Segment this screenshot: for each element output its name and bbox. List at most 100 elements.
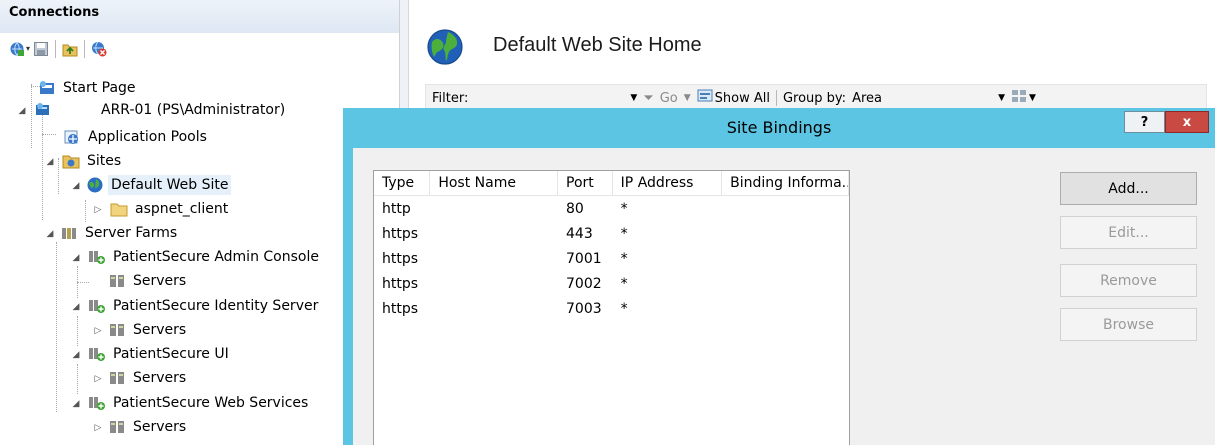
column-header-port[interactable]: Port [558, 171, 613, 195]
tree-guide-line [31, 84, 32, 148]
collapse-arrow-icon[interactable]: ◢ [70, 181, 82, 191]
page-title: Default Web Site Home [493, 34, 702, 56]
tree-item-aspnet-client[interactable]: aspnet_client [110, 197, 231, 221]
browse-button[interactable]: Browse [1060, 308, 1197, 341]
tree-item-servers[interactable]: Servers [108, 415, 189, 439]
connections-toolbar: ▾ [0, 33, 399, 64]
expand-arrow-icon[interactable]: ▷ [92, 326, 104, 336]
cell-ip-address: * [620, 200, 628, 217]
cell-type: https [382, 225, 419, 242]
app-pools-icon [63, 129, 81, 145]
filter-input[interactable] [474, 88, 625, 108]
edit-button[interactable]: Edit... [1060, 216, 1197, 249]
site-bindings-dialog: Site Bindings ? x Type Host Name Port IP… [343, 108, 1215, 445]
connections-pane: Connections ▾ Start Page ◢ ARR-01 (PS\Ad… [0, 0, 399, 445]
tree-item-servers[interactable]: Servers [108, 269, 189, 293]
dialog-body: Type Host Name Port IP Address Binding I… [353, 148, 1215, 445]
column-header-host-name[interactable]: Host Name [430, 171, 559, 195]
binding-row[interactable]: https 7003 * [374, 296, 849, 321]
close-button[interactable]: x [1165, 111, 1209, 133]
up-folder-icon[interactable] [62, 41, 78, 57]
help-button[interactable]: ? [1124, 111, 1165, 133]
tree-item-farm-web-services[interactable]: PatientSecure Web Services [88, 391, 311, 415]
cell-ip-address: * [620, 225, 628, 242]
tree-guide-line [42, 134, 56, 135]
cell-type: https [382, 250, 419, 267]
expand-arrow-icon[interactable]: ▷ [92, 205, 104, 215]
collapse-arrow-icon[interactable]: ◢ [70, 253, 82, 263]
cell-ip-address: * [620, 250, 628, 267]
binding-row[interactable]: https 7001 * [374, 246, 849, 271]
chevron-down-icon[interactable]: ▼ [1029, 93, 1036, 103]
toolbar-separator [84, 39, 86, 58]
chevron-down-icon[interactable]: ▼ [630, 93, 637, 103]
chevron-down-icon[interactable]: ▾ [26, 44, 30, 53]
tree-item-server[interactable]: ARR-01 (PS\Administrator) [35, 98, 288, 122]
add-button[interactable]: Add... [1060, 172, 1197, 205]
chevron-down-icon[interactable]: ▼ [998, 93, 1005, 103]
group-by-label: Group by: [782, 90, 847, 106]
tree-item-farm-identity-server[interactable]: PatientSecure Identity Server [88, 294, 321, 318]
cell-port: 80 [566, 200, 584, 217]
tree-item-sites[interactable]: Sites [62, 149, 124, 173]
column-header-binding-information[interactable]: Binding Informa... [722, 171, 849, 195]
connections-title: Connections [9, 5, 100, 20]
servers-icon [108, 419, 126, 435]
globe-icon [426, 28, 464, 66]
farm-icon [88, 346, 106, 362]
column-header-type[interactable]: Type [374, 171, 431, 195]
servers-icon [108, 273, 126, 289]
group-by-select[interactable]: Area [852, 91, 992, 106]
expand-arrow-icon[interactable]: ▷ [92, 423, 104, 433]
cell-port: 443 [566, 225, 593, 242]
tree-item-servers[interactable]: Servers [108, 318, 189, 342]
collapse-arrow-icon[interactable]: ◢ [16, 106, 28, 116]
expand-arrow-icon[interactable]: ▷ [92, 374, 104, 384]
bindings-rows: http 80 * https 443 * https 7001 * https 7002 * http… [374, 196, 849, 321]
binding-row[interactable]: http 80 * [374, 196, 849, 221]
collapse-arrow-icon[interactable]: ◢ [44, 157, 56, 167]
bindings-list-header: Type Host Name Port IP Address Binding I… [374, 171, 849, 196]
connect-icon[interactable] [9, 41, 25, 57]
save-icon[interactable] [33, 41, 49, 57]
remove-button[interactable]: Remove [1060, 264, 1197, 297]
collapse-arrow-icon[interactable]: ◢ [70, 302, 82, 312]
tree-guide-line [42, 108, 43, 220]
binding-row[interactable]: https 443 * [374, 221, 849, 246]
filter-label: Filter: [432, 90, 469, 106]
tree-guide-line [77, 316, 78, 346]
folder-icon [110, 201, 128, 217]
cell-port: 7003 [566, 300, 602, 317]
tree-item-farm-admin-console[interactable]: PatientSecure Admin Console [88, 245, 322, 269]
globe-icon [86, 177, 104, 193]
collapse-arrow-icon[interactable]: ◢ [70, 399, 82, 409]
farm-icon [88, 249, 106, 265]
cell-port: 7001 [566, 250, 602, 267]
tree-item-start-page[interactable]: Start Page [38, 76, 139, 100]
dialog-title: Site Bindings [726, 118, 832, 137]
sites-folder-icon [62, 153, 80, 169]
cell-type: https [382, 300, 419, 317]
go-button[interactable]: Go [660, 91, 678, 106]
collapse-arrow-icon[interactable]: ◢ [44, 229, 56, 239]
tree-item-server-farms[interactable]: Server Farms [60, 221, 180, 245]
start-page-icon [38, 80, 56, 96]
connections-header: Connections [0, 0, 399, 33]
bindings-list[interactable]: Type Host Name Port IP Address Binding I… [373, 170, 850, 445]
server-farms-icon [60, 225, 78, 241]
binding-row[interactable]: https 7002 * [374, 271, 849, 296]
disconnect-icon[interactable] [91, 41, 107, 57]
cell-type: https [382, 275, 419, 292]
column-header-ip-address[interactable]: IP Address [613, 171, 723, 195]
funnel-icon: ⏷ [643, 90, 654, 106]
chevron-down-icon[interactable]: ▼ [684, 93, 691, 103]
tree-guide-line [56, 242, 57, 412]
collapse-arrow-icon[interactable]: ◢ [70, 350, 82, 360]
tree-item-servers[interactable]: Servers [108, 366, 189, 390]
server-icon [35, 102, 53, 118]
tree-item-default-web-site[interactable]: Default Web Site [86, 173, 232, 197]
show-all-button[interactable]: Show All [715, 91, 770, 106]
tree-item-application-pools[interactable]: Application Pools [63, 125, 210, 149]
view-mode-icon[interactable] [1011, 89, 1027, 107]
tree-item-farm-ui[interactable]: PatientSecure UI [88, 342, 232, 366]
